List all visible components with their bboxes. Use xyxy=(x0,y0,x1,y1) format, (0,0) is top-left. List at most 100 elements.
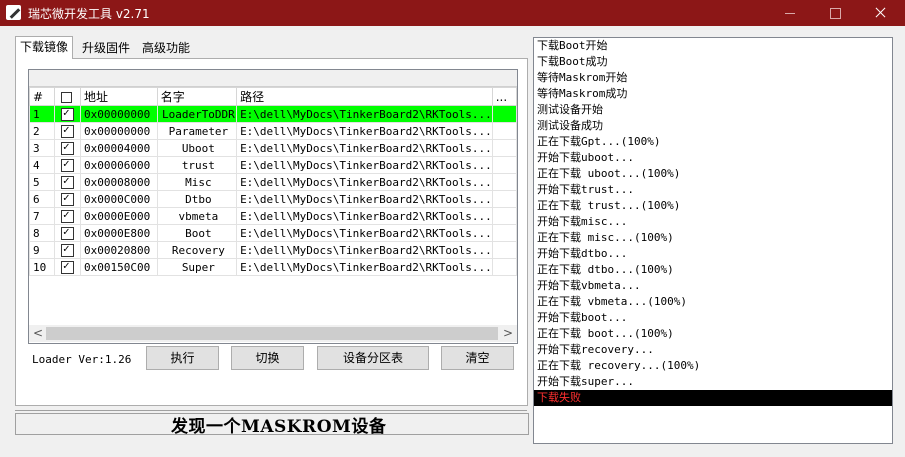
tab-upgrade-firmware[interactable]: 升级固件 xyxy=(78,38,134,58)
log-line: 开始下载recovery... xyxy=(537,343,654,356)
loader-version: Loader Ver:1.26 xyxy=(32,353,132,366)
row-path[interactable]: E:\dell\MyDocs\TinkerBoard2\RKTools... xyxy=(236,224,493,242)
row-more xyxy=(491,241,517,259)
log-panel[interactable]: 下载Boot开始 下载Boot成功 等待Maskrom开始 等待Maskrom成功 测试… xyxy=(533,37,893,444)
execute-button[interactable]: 执行 xyxy=(146,346,219,370)
scroll-right-icon[interactable]: > xyxy=(503,325,513,342)
log-line: 正在下载Gpt...(100%) xyxy=(537,135,661,148)
row-num: 1 xyxy=(29,105,55,123)
table-row[interactable]: 10 0x00150C00SuperE:\dell\MyDocs\TinkerBo… xyxy=(29,258,517,276)
row-num: 2 xyxy=(29,122,55,140)
row-name: trust xyxy=(156,156,238,174)
scroll-left-icon[interactable]: < xyxy=(33,325,43,342)
row-checkbox[interactable] xyxy=(53,139,81,157)
log-line: 开始下载boot... xyxy=(537,311,628,324)
row-checkbox[interactable] xyxy=(53,173,81,191)
header-address[interactable]: 地址 xyxy=(79,87,158,106)
scroll-thumb[interactable] xyxy=(46,327,498,340)
checkbox-checked-icon[interactable] xyxy=(60,260,74,274)
header-more[interactable]: ... xyxy=(491,87,517,106)
checkbox-checked-icon[interactable] xyxy=(60,141,74,155)
title-bar: 瑞芯微开发工具 v2.71 xyxy=(0,0,905,26)
row-address: 0x00150C00 xyxy=(79,258,158,276)
minimize-button[interactable] xyxy=(767,0,813,26)
row-checkbox[interactable] xyxy=(53,156,81,174)
log-line: 等待Maskrom开始 xyxy=(537,71,628,84)
row-checkbox[interactable] xyxy=(53,122,81,140)
table-row[interactable]: 7 0x0000E000vbmetaE:\dell\MyDocs\TinkerBo… xyxy=(29,207,517,225)
status-text: 发现一个MASKROM设备 xyxy=(171,417,387,437)
table-header-row: # 地址 名字 路径 ... xyxy=(29,87,517,106)
table-row[interactable]: 3 0x00004000UbootE:\dell\MyDocs\TinkerBoa… xyxy=(29,139,517,157)
tab-advanced[interactable]: 高级功能 xyxy=(138,38,194,58)
maximize-button[interactable] xyxy=(812,0,858,26)
row-checkbox[interactable] xyxy=(53,105,81,123)
table-row[interactable]: 6 0x0000C000DtboE:\dell\MyDocs\TinkerBoar… xyxy=(29,190,517,208)
window-title: 瑞芯微开发工具 v2.71 xyxy=(28,7,150,21)
table-row[interactable]: 1 0x00000000LoaderToDDRE:\dell\MyDocs\Tin… xyxy=(29,105,517,123)
row-path[interactable]: E:\dell\MyDocs\TinkerBoard2\RKTools... xyxy=(236,241,493,259)
checkbox-checked-icon[interactable] xyxy=(60,175,74,189)
table-top-bar xyxy=(29,70,517,87)
row-path[interactable]: E:\dell\MyDocs\TinkerBoard2\RKTools... xyxy=(236,156,493,174)
row-path[interactable]: E:\dell\MyDocs\TinkerBoard2\RKTools... xyxy=(236,173,493,191)
checkbox-checked-icon[interactable] xyxy=(60,192,74,206)
row-name: Parameter xyxy=(156,122,238,140)
checkbox-checked-icon[interactable] xyxy=(60,243,74,257)
table-row[interactable]: 2 0x00000000ParameterE:\dell\MyDocs\Tinke… xyxy=(29,122,517,140)
checkbox-checked-icon[interactable] xyxy=(60,209,74,223)
check-all-box[interactable] xyxy=(60,91,72,103)
row-path[interactable]: E:\dell\MyDocs\TinkerBoard2\RKTools... xyxy=(236,207,493,225)
row-path[interactable]: E:\dell\MyDocs\TinkerBoard2\RKTools... xyxy=(236,105,493,123)
log-line: 测试设备开始 xyxy=(537,103,603,116)
row-checkbox[interactable] xyxy=(53,190,81,208)
horizontal-scrollbar[interactable]: < > xyxy=(29,325,517,342)
table-row[interactable]: 9 0x00020800RecoveryE:\dell\MyDocs\Tinker… xyxy=(29,241,517,259)
log-line: 正在下载 misc...(100%) xyxy=(537,231,674,244)
row-path[interactable]: E:\dell\MyDocs\TinkerBoard2\RKTools... xyxy=(236,139,493,157)
checkbox-checked-icon[interactable] xyxy=(60,107,74,121)
log-line: 开始下载trust... xyxy=(537,183,634,196)
row-path[interactable]: E:\dell\MyDocs\TinkerBoard2\RKTools... xyxy=(236,258,493,276)
row-path[interactable]: E:\dell\MyDocs\TinkerBoard2\RKTools... xyxy=(236,122,493,140)
row-address: 0x00000000 xyxy=(79,122,158,140)
row-checkbox[interactable] xyxy=(53,241,81,259)
header-path[interactable]: 路径 xyxy=(236,87,493,106)
partition-table-button[interactable]: 设备分区表 xyxy=(317,346,429,370)
row-path[interactable]: E:\dell\MyDocs\TinkerBoard2\RKTools... xyxy=(236,190,493,208)
row-more xyxy=(491,122,517,140)
switch-button[interactable]: 切换 xyxy=(231,346,304,370)
log-line: 正在下载 dtbo...(100%) xyxy=(537,263,674,276)
row-more xyxy=(491,139,517,157)
row-checkbox[interactable] xyxy=(53,258,81,276)
image-grid: # 地址 名字 路径 ... 10x00000000LoaderToDDRE:\… xyxy=(29,87,517,276)
row-num: 6 xyxy=(29,190,55,208)
row-checkbox[interactable] xyxy=(53,224,81,242)
row-address: 0x0000C000 xyxy=(79,190,158,208)
image-table: # 地址 名字 路径 ... 10x00000000LoaderToDDRE:\… xyxy=(28,69,518,344)
log-line: 正在下载 vbmeta...(100%) xyxy=(537,295,687,308)
header-num[interactable]: # xyxy=(29,87,55,106)
tab-download-image[interactable]: 下载镜像 xyxy=(15,36,74,59)
row-checkbox[interactable] xyxy=(53,207,81,225)
row-num: 4 xyxy=(29,156,55,174)
close-button[interactable] xyxy=(857,0,903,26)
row-address: 0x00006000 xyxy=(79,156,158,174)
table-row[interactable]: 5 0x00008000MiscE:\dell\MyDocs\TinkerBoar… xyxy=(29,173,517,191)
checkbox-checked-icon[interactable] xyxy=(60,226,74,240)
table-row[interactable]: 8 0x0000E800BootE:\dell\MyDocs\TinkerBoar… xyxy=(29,224,517,242)
header-name[interactable]: 名字 xyxy=(156,87,238,106)
row-address: 0x00004000 xyxy=(79,139,158,157)
log-line-error: 下载失败 xyxy=(534,390,892,406)
log-line: 等待Maskrom成功 xyxy=(537,87,628,100)
checkbox-checked-icon[interactable] xyxy=(60,158,74,172)
row-more xyxy=(491,173,517,191)
log-line: 测试设备成功 xyxy=(537,119,603,132)
table-row[interactable]: 4 0x00006000trustE:\dell\MyDocs\TinkerBoa… xyxy=(29,156,517,174)
row-name: Uboot xyxy=(156,139,238,157)
clear-button[interactable]: 清空 xyxy=(441,346,514,370)
checkbox-checked-icon[interactable] xyxy=(60,124,74,138)
row-more xyxy=(491,207,517,225)
header-check-all[interactable] xyxy=(53,87,81,106)
log-line: 开始下载dtbo... xyxy=(537,247,628,260)
